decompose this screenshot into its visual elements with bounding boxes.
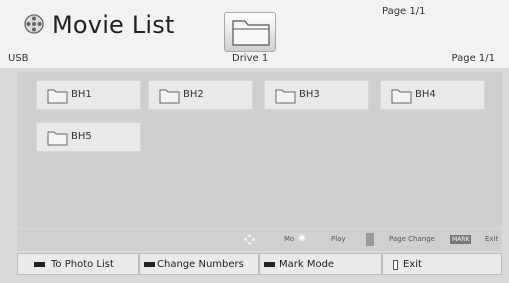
color-key-icon <box>34 262 45 267</box>
folder-icon <box>47 89 68 104</box>
color-key-icon <box>144 262 155 267</box>
location-label: USB <box>8 53 29 64</box>
film-reel-icon <box>24 14 44 34</box>
button-label: Change Numbers <box>157 259 244 270</box>
hint-exit: Exit <box>485 235 499 243</box>
hint-play: Play <box>331 235 346 243</box>
exit-key-icon <box>393 260 398 270</box>
mark-mode-button[interactable]: Mark Mode <box>259 253 382 275</box>
button-label: Mark Mode <box>279 259 335 270</box>
folder-icon <box>391 89 412 104</box>
folder-label: BH1 <box>71 89 92 100</box>
ok-button-icon: ◉ <box>298 233 306 243</box>
hint-move: Mo <box>284 235 295 243</box>
movie-list-screen: Movie List Page 1/1 USB Drive 1 Page 1/1… <box>0 0 509 283</box>
folder-label: BH2 <box>183 89 204 100</box>
folder-item[interactable]: BH1 <box>36 80 141 110</box>
folder-label: BH4 <box>415 89 436 100</box>
page-up-down-icon <box>366 233 374 246</box>
mark-badge: MARK <box>450 235 472 244</box>
folder-icon <box>159 89 180 104</box>
to-photo-list-button[interactable]: To Photo List <box>17 253 139 275</box>
navigate-arrows-icon <box>244 234 255 245</box>
folder-grid: BH1 BH2 BH3 BH4 BH5 <box>17 72 502 228</box>
bottom-button-bar: To Photo List Change Numbers Mark Mode E… <box>17 253 502 275</box>
folder-label: BH3 <box>299 89 320 100</box>
drive-folder-button[interactable] <box>224 12 276 52</box>
button-label: Exit <box>403 259 422 270</box>
folder-icon <box>275 89 296 104</box>
folder-label: BH5 <box>71 131 92 142</box>
header: Movie List Page 1/1 USB Drive 1 Page 1/1 <box>0 0 509 68</box>
folder-icon <box>47 131 68 146</box>
folder-item[interactable]: BH2 <box>148 80 253 110</box>
hint-page-change: Page Change <box>389 235 435 243</box>
drive-label: Drive 1 <box>232 53 269 64</box>
page-indicator-top: Page 1/1 <box>382 6 426 17</box>
page-indicator: Page 1/1 <box>451 53 495 64</box>
page-title: Movie List <box>52 11 175 39</box>
color-key-icon <box>264 262 275 267</box>
button-label: To Photo List <box>51 259 114 270</box>
key-hint-bar: Mo ◉ Play Page Change MARK Exit <box>17 229 502 251</box>
folder-icon <box>232 20 270 46</box>
change-numbers-button[interactable]: Change Numbers <box>139 253 259 275</box>
folder-item[interactable]: BH3 <box>264 80 369 110</box>
exit-button[interactable]: Exit <box>382 253 502 275</box>
folder-item[interactable]: BH5 <box>36 122 141 152</box>
folder-item[interactable]: BH4 <box>380 80 485 110</box>
